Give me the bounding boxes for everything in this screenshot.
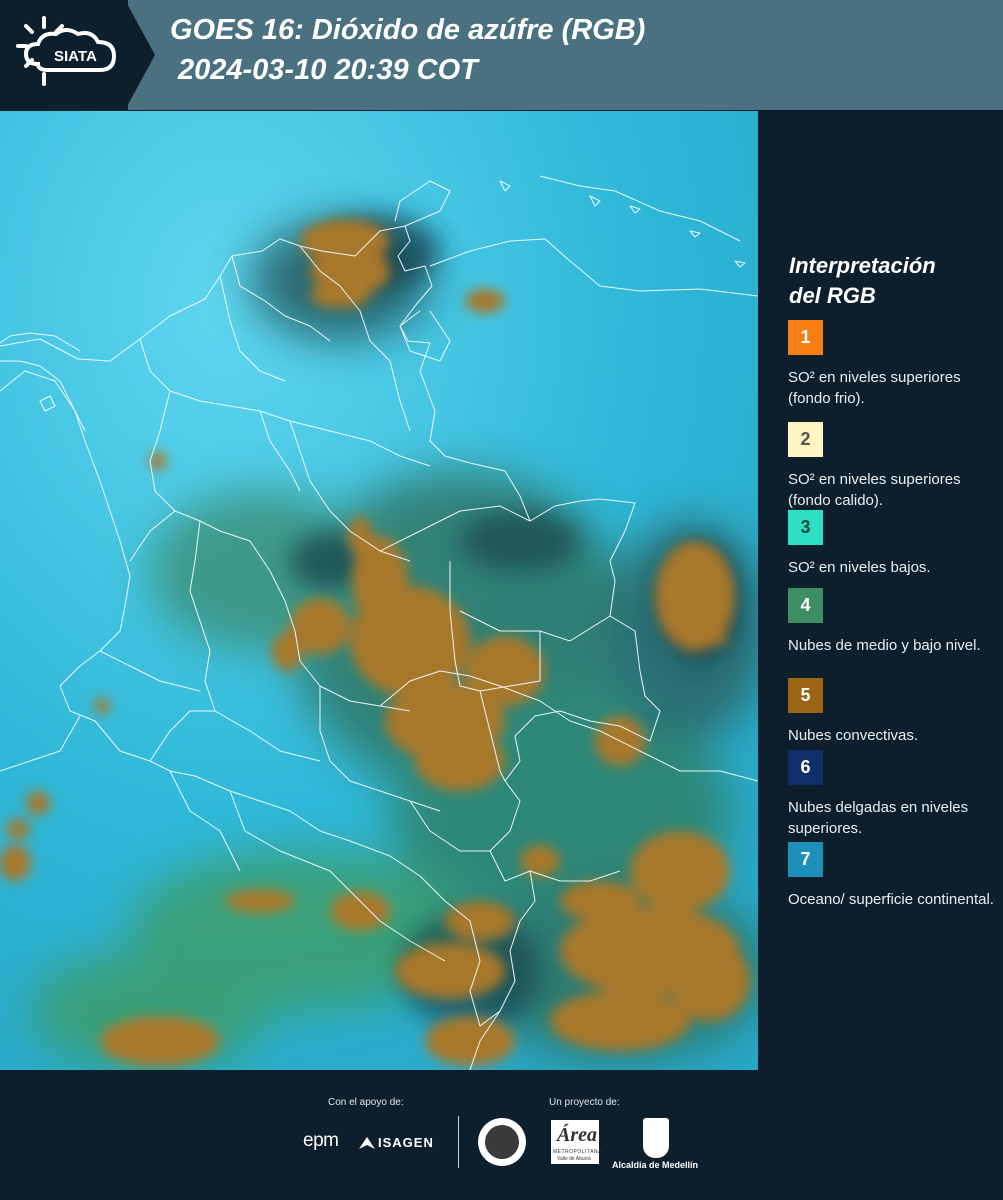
legend-label: Nubes convectivas. [788, 727, 919, 744]
legend-label: SO² en niveles superiores (fondo calido)… [788, 471, 961, 509]
alcaldia-logo: Alcaldía de Medellín [612, 1160, 699, 1170]
area-logo-sub1: METROPOLITANA [553, 1149, 602, 1155]
legend-color-swatch: 1 [788, 320, 823, 355]
legend-color-swatch: 3 [788, 510, 823, 545]
footer: Con el apoyo de: Un proyecto de: epm ISA… [0, 1070, 1003, 1200]
legend-item: 7 Oceano/ superficie continental. [788, 842, 998, 910]
legend-label: Oceano/ superficie continental. [788, 891, 994, 908]
area-metropolitana-logo: Área METROPOLITANA Valle de Aburrá [551, 1120, 602, 1164]
isagen-icon [359, 1136, 375, 1149]
legend-title-line1: Interpretación [789, 253, 936, 278]
legend-title-line2: del RGB [789, 283, 876, 308]
legend-color-swatch: 2 [788, 422, 823, 457]
legend-panel: Interpretación del RGB 1 SO² en niveles s… [760, 111, 1003, 1070]
header: SIATA GOES 16: Dióxido de azúfre (RGB) 2… [0, 0, 1003, 110]
siata-logo: SIATA [0, 0, 155, 110]
area-logo-sub2: Valle de Aburrá [557, 1156, 591, 1162]
rgb-satellite-image [0, 111, 758, 1070]
legend-color-swatch: 4 [788, 588, 823, 623]
svg-text:SIATA: SIATA [54, 48, 97, 65]
support-label: Con el apoyo de: [328, 1097, 404, 1108]
legend-color-swatch: 5 [788, 678, 823, 713]
legend-item: 3 SO² en niveles bajos. [788, 510, 998, 578]
legend-title: Interpretación del RGB [789, 251, 989, 311]
legend-label: SO² en niveles bajos. [788, 559, 931, 576]
map-timestamp: 2024-03-10 20:39 COT [178, 54, 478, 86]
legend-label: SO² en niveles superiores (fondo frio). [788, 369, 961, 407]
epm-logo: epm [303, 1130, 339, 1151]
project-label: Un proyecto de: [549, 1097, 620, 1108]
isagen-logo: ISAGEN [378, 1135, 434, 1150]
legend-color-swatch: 7 [788, 842, 823, 877]
legend-item: 6 Nubes delgadas en niveles superiores. [788, 750, 998, 839]
footer-divider [458, 1116, 459, 1168]
legend-label: Nubes de medio y bajo nivel. [788, 637, 981, 654]
legend-item: 4 Nubes de medio y bajo nivel. [788, 588, 998, 656]
satellite-map [0, 111, 758, 1070]
map-title: GOES 16: Dióxido de azúfre (RGB) [170, 14, 646, 46]
sun-cloud-icon: SIATA [16, 16, 117, 86]
medellin-seal-icon [478, 1118, 526, 1166]
legend-item: 5 Nubes convectivas. [788, 678, 998, 746]
legend-label: Nubes delgadas en niveles superiores. [788, 799, 969, 837]
area-logo-name: Área [557, 1124, 597, 1146]
legend-item: 2 SO² en niveles superiores (fondo calido… [788, 422, 998, 511]
alcaldia-crest-icon [643, 1118, 669, 1158]
legend-item: 1 SO² en niveles superiores (fondo frio). [788, 320, 998, 409]
legend-color-swatch: 6 [788, 750, 823, 785]
